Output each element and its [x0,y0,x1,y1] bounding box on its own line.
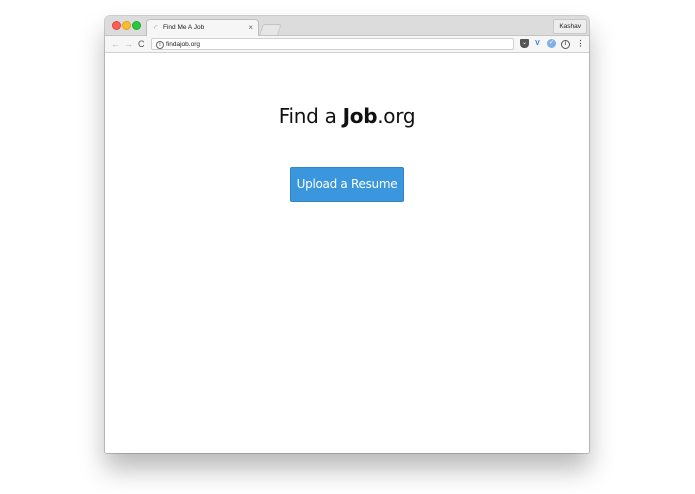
minimize-window-button[interactable] [122,21,131,30]
close-window-button[interactable] [112,21,121,30]
site-info-icon[interactable]: i [156,40,164,49]
url-text[interactable]: findajob.org [166,40,200,49]
page-title: Find a Job.org [105,104,589,128]
v-extension-icon[interactable]: V [533,39,542,48]
browser-window: ◜ Find Me A Job × Kashav ← → C i findajo… [105,16,589,453]
headline-bold: Job [342,104,378,128]
tab-find-me-a-job[interactable]: ◜ Find Me A Job × [146,19,259,36]
pocket-extension-icon[interactable]: ⌄ [520,39,529,48]
info-extension-icon[interactable]: i [561,40,570,49]
loading-spinner-icon: ◜ [154,23,158,33]
address-bar[interactable]: i findajob.org [151,38,514,50]
reload-icon[interactable]: C [138,37,145,51]
browser-toolbar: ← → C i findajob.org ⌄ V ✓ i ⋮ [105,36,589,53]
new-tab-button[interactable] [259,24,282,35]
headline-suffix: .org [377,104,416,128]
browser-menu-icon[interactable]: ⋮ [576,39,585,48]
title-bar: ◜ Find Me A Job × Kashav [105,16,589,36]
profile-button[interactable]: Kashav [553,19,587,34]
back-arrow-icon[interactable]: ← [111,37,120,51]
upload-resume-button[interactable]: Upload a Resume [290,167,404,202]
forward-arrow-icon[interactable]: → [124,37,133,51]
tab-title: Find Me A Job [163,24,205,31]
maximize-window-button[interactable] [132,21,141,30]
headline-prefix: Find a [278,104,343,128]
circle-extension-icon[interactable]: ✓ [547,39,556,48]
page-content: Find a Job.org Upload a Resume [105,53,589,453]
tab-close-icon[interactable]: × [248,22,253,33]
